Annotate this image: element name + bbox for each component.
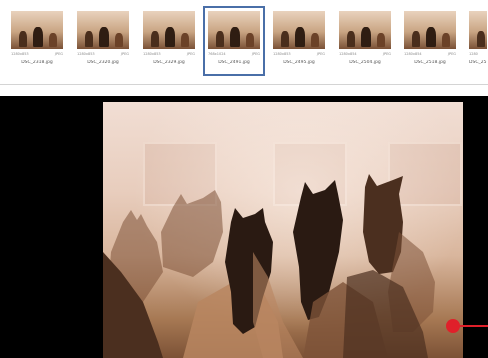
thumbnail-filename: DSC_2518.jpg [414,60,446,65]
thumbnail-partial[interactable]: 1280 DSC_25 [464,6,488,76]
thumbnail-filename: DSC_25 [469,60,487,65]
thumbnail-filmstrip: 1280x853 JPEG DSC_2318.jpg 1280x853 JPEG D… [0,0,488,85]
thumbnail-image [11,11,63,49]
thumbnail-type: JPEG [251,52,260,56]
thumbnail-dimensions: 1280 [469,52,478,56]
thumbnail-dimensions: 1280x853 [11,52,29,56]
thumbnail-dsc-2504[interactable]: 1280x854 JPEG DSC_2504.jpg [334,6,396,76]
thumbnail-filename: DSC_2495.jpg [283,60,315,65]
thumbnail-dsc-2495[interactable]: 1280x853 JPEG DSC_2495.jpg [268,6,330,76]
thumbnail-type: JPEG [316,52,325,56]
thumbnail-dimensions: 1280x854 [339,52,357,56]
thumbnail-dimensions: 1280x853 [273,52,291,56]
thumbnail-dsc-2518[interactable]: 1280x854 JPEG DSC_2518.jpg [399,6,461,76]
red-dot-icon [446,319,460,333]
thumbnail-dimensions: 1280x853 [77,52,95,56]
thumbnail-image [143,11,195,49]
thumbnail-filename: DSC_2329.jpg [153,60,185,65]
callout-line [458,325,488,327]
thumbnail-dimensions: 768x1024 [208,52,226,56]
thumbnail-image [208,11,260,49]
thumbnail-dsc-2318[interactable]: 1280x853 JPEG DSC_2318.jpg [6,6,68,76]
thumbnail-filename: DSC_2318.jpg [21,60,53,65]
preview-image[interactable] [103,102,463,358]
thumbnail-type: JPEG [447,52,456,56]
thumbnail-type: JPEG [120,52,129,56]
thumbnail-image [77,11,129,49]
thumbnail-dimensions: 1280x853 [143,52,161,56]
thumbnail-image [404,11,456,49]
thumbnail-filename: DSC_2320.jpg [87,60,119,65]
thumbnail-image [469,11,487,49]
thumbnail-type: JPEG [382,52,391,56]
thumbnail-type: JPEG [186,52,195,56]
thumbnail-dsc-2329[interactable]: 1280x853 JPEG DSC_2329.jpg [138,6,200,76]
image-viewer [0,96,488,358]
thumbnail-type: JPEG [54,52,63,56]
horses-graphic [103,174,435,358]
thumbnail-dsc-2491-selected[interactable]: 768x1024 JPEG DSC_2491.jpg [203,6,265,76]
thumbnail-dsc-2320[interactable]: 1280x853 JPEG DSC_2320.jpg [72,6,134,76]
thumbnail-dimensions: 1280x854 [404,52,422,56]
thumbnail-image [339,11,391,49]
thumbnail-filename: DSC_2504.jpg [349,60,381,65]
thumbnail-image [273,11,325,49]
thumbnail-filename: DSC_2491.jpg [218,60,250,65]
